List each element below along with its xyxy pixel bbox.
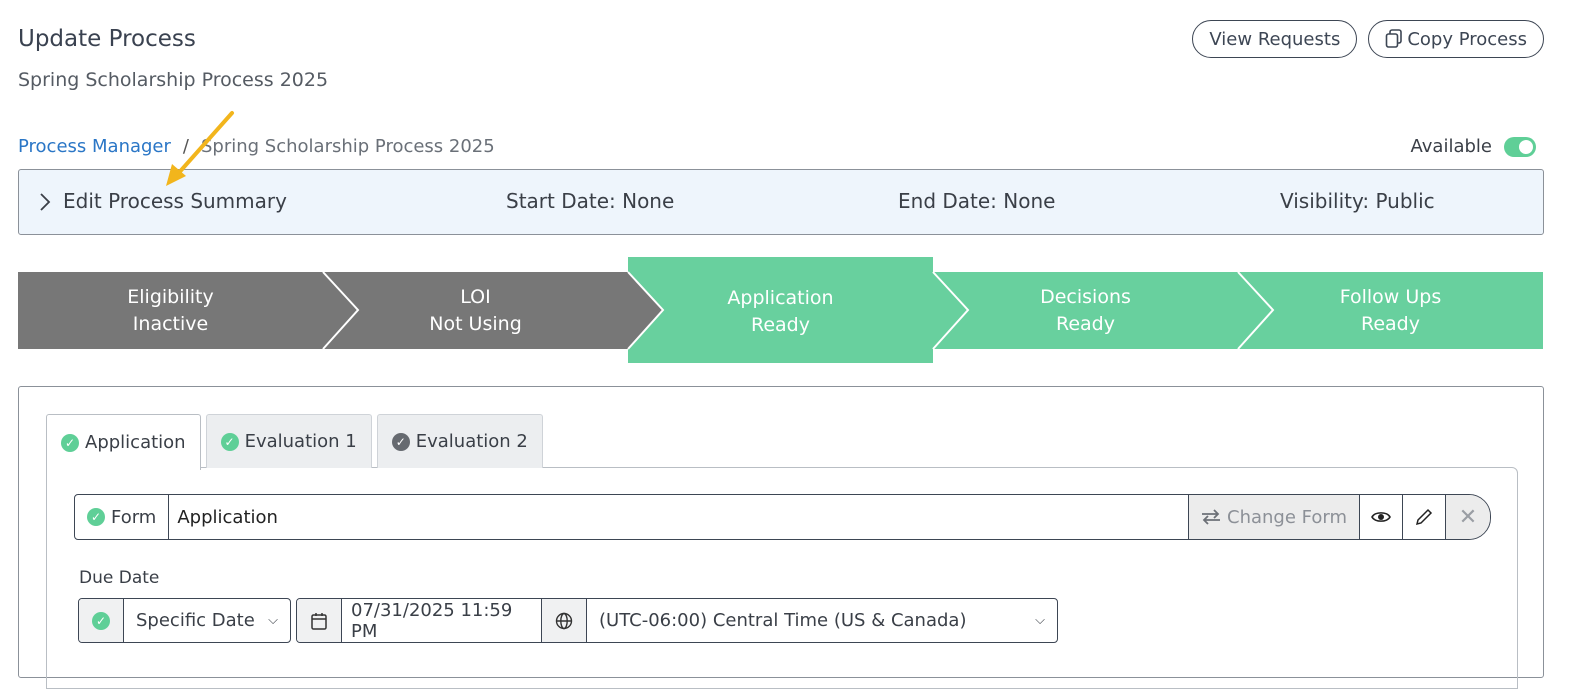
due-date-status: ✓ [79,599,124,642]
visibility-text: Visibility: Public [1280,189,1435,213]
step-name: Follow Ups [1339,286,1442,308]
available-toggle[interactable] [1504,136,1536,157]
due-date-type-group: ✓ Specific Date ⌵ [78,598,291,643]
page-title: Update Process [18,26,196,52]
due-date-time-group: 07/31/2025 11:59 PM (UTC-06:00) Central … [296,598,1058,643]
availability: Available [1411,136,1536,157]
step-status: Inactive [132,313,209,335]
tab-label: Evaluation 2 [415,431,528,452]
breadcrumb: Process Manager / Spring Scholarship Pro… [18,136,495,157]
check-circle-icon: ✓ [391,432,410,451]
calendar-icon [311,612,327,630]
page-subtitle: Spring Scholarship Process 2025 [18,69,329,91]
tab-application[interactable]: ✓ Application [46,414,201,470]
swap-arrows-icon [1202,509,1221,525]
available-label: Available [1410,136,1492,157]
step-name: LOI [460,286,491,308]
view-requests-label: View Requests [1209,28,1341,50]
step-status: Ready [1056,313,1115,335]
tab-evaluation-1[interactable]: ✓ Evaluation 1 [205,414,372,468]
step-status: Not Using [429,313,522,335]
tab-label: Application [85,432,186,453]
remove-form-button[interactable]: ✕ [1446,495,1490,539]
stage-panel: ✓ Application ✓ Evaluation 1 ✓ Evaluatio… [18,386,1544,689]
eye-icon [1371,512,1391,522]
edit-process-summary-label[interactable]: Edit Process Summary [63,189,287,213]
preview-form-button[interactable] [1360,495,1403,539]
change-form-button[interactable]: Change Form [1189,495,1360,539]
check-circle-icon: ✓ [92,611,110,630]
step-decisions-label: Decisions Ready [933,284,1238,338]
pencil-icon [1415,508,1433,526]
timezone-value: (UTC-06:00) Central Time (US & Canada) [599,610,967,631]
annotation-arrow-icon [166,111,234,186]
step-follow-ups-label: Follow Ups Ready [1238,284,1543,338]
step-application-label: Application Ready [628,285,933,339]
step-eligibility-label: Eligibility Inactive [18,284,323,338]
check-circle-icon: ✓ [61,433,79,452]
view-requests-button[interactable]: View Requests [1192,20,1358,58]
breadcrumb-current: Spring Scholarship Process 2025 [200,136,495,157]
step-status: Ready [1361,313,1420,335]
form-label: ✓ Form [75,495,170,539]
chevron-right-icon [40,193,51,211]
timezone-addon [542,599,587,642]
timezone-select[interactable]: (UTC-06:00) Central Time (US & Canada) ⌵ [587,599,1057,642]
calendar-button[interactable] [297,599,342,642]
breadcrumb-process-manager-link[interactable]: Process Manager [18,136,171,157]
change-form-label: Change Form [1227,506,1347,528]
chevron-down-icon: ⌵ [1035,613,1045,628]
step-name: Decisions [1040,286,1131,308]
form-name: Application [169,495,1190,539]
step-status: Ready [751,314,810,336]
form-label-text: Form [111,506,157,528]
process-stepper: Eligibility Inactive LOI Not Using Appli… [18,256,1543,364]
due-date-input[interactable]: 07/31/2025 11:59 PM [342,599,542,642]
close-icon: ✕ [1458,504,1478,530]
globe-icon [555,612,573,629]
copy-process-label: Copy Process [1407,28,1527,50]
start-date-text: Start Date: None [506,189,675,213]
form-selector: ✓ Form Application Change Form ✕ [74,494,1491,540]
edit-form-button[interactable] [1403,495,1446,539]
tab-evaluation-2[interactable]: ✓ Evaluation 2 [376,414,543,468]
copy-process-button[interactable]: Copy Process [1368,20,1544,58]
step-name: Application [727,287,834,309]
check-circle-icon: ✓ [87,508,105,526]
stage-tabs: ✓ Application ✓ Evaluation 1 ✓ Evaluatio… [46,414,543,470]
due-date-value: 07/31/2025 11:59 PM [351,599,513,642]
end-date-text: End Date: None [898,189,1056,213]
header-actions: View Requests Copy Process [1192,20,1544,58]
chevron-down-icon: ⌵ [268,613,278,628]
tab-label: Evaluation 1 [244,431,357,452]
step-loi-label: LOI Not Using [323,284,628,338]
process-summary-bar[interactable]: Edit Process Summary Start Date: None En… [18,169,1544,235]
step-name: Eligibility [127,286,214,308]
due-date-label: Due Date [79,568,160,588]
due-date-type-select[interactable]: Specific Date ⌵ [124,599,290,642]
check-circle-icon: ✓ [220,432,239,451]
due-date-type-value: Specific Date [136,610,255,631]
copy-icon [1386,29,1403,48]
